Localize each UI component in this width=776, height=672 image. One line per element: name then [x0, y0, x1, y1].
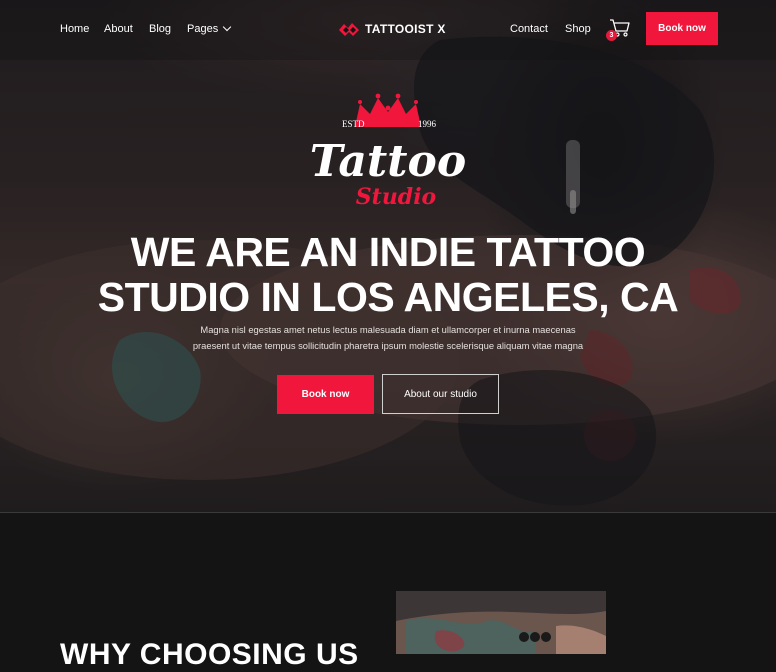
- nav-link-pages[interactable]: Pages: [187, 22, 232, 36]
- main-nav: Home About Blog Pages TATTOOIST X Contac…: [0, 0, 776, 58]
- nav-link-shop[interactable]: Shop: [565, 22, 591, 36]
- logo-studio: Studio: [356, 184, 436, 210]
- tattoo-arm-image-art: [396, 591, 606, 654]
- nav-link-blog[interactable]: Blog: [149, 22, 171, 36]
- hero-subtitle-line: Magna nisl egestas amet netus lectus mal…: [200, 324, 576, 335]
- book-now-button[interactable]: Book now: [277, 375, 374, 414]
- nav-link-pages-label: Pages: [187, 23, 219, 35]
- hero-subtitle: Magna nisl egestas amet netus lectus mal…: [0, 322, 776, 354]
- logo-year: 1996: [418, 119, 437, 129]
- cart-count-badge: 3: [606, 30, 617, 41]
- crown-icon: [356, 93, 420, 127]
- hero-title: WE ARE AN INDIE TATTOO STUDIO IN LOS ANG…: [0, 230, 776, 320]
- nav-link-home[interactable]: Home: [60, 22, 89, 36]
- logo-estd: ESTD: [342, 119, 365, 129]
- why-choosing-us-title: WHY CHOOSING US: [60, 638, 359, 671]
- section-divider: [0, 512, 776, 513]
- brand-logo[interactable]: TATTOOIST X: [338, 19, 446, 39]
- tattoo-arm-image: [396, 591, 606, 654]
- nav-link-contact[interactable]: Contact: [510, 22, 548, 36]
- book-now-nav-button[interactable]: Book now: [646, 12, 718, 45]
- hero-title-line: WE ARE AN INDIE TATTOO: [130, 229, 646, 275]
- hero-subtitle-line: praesent ut vitae tempus sollicitudin ph…: [192, 340, 584, 351]
- chevron-down-icon: [222, 22, 232, 32]
- hero-title-line: STUDIO IN LOS ANGELES, CA: [97, 274, 679, 320]
- logo-script: Tattoo: [310, 136, 466, 187]
- about-studio-button[interactable]: About our studio: [382, 374, 499, 414]
- brand-name: TATTOOIST X: [365, 22, 446, 36]
- tattoo-machine-logo-icon: [339, 23, 359, 36]
- nav-link-about[interactable]: About: [104, 22, 133, 36]
- tattoo-studio-logo: ESTD 1996 Tattoo Studio: [310, 93, 466, 210]
